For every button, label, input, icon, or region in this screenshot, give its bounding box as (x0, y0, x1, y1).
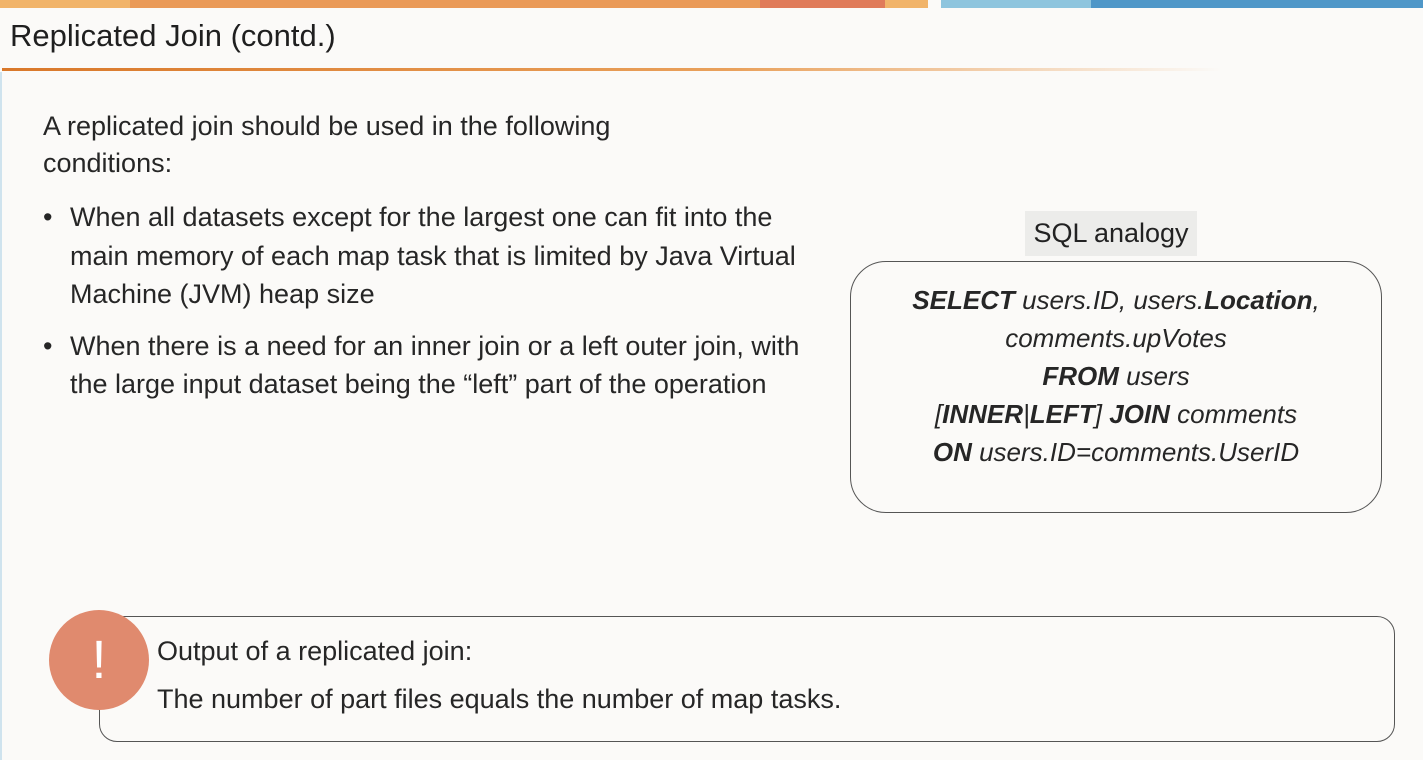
sql-line-select: SELECT users.ID, users.Location, (912, 285, 1320, 315)
bullet-icon: • (43, 330, 53, 361)
sql-line-on: ON users.ID=comments.UserID (932, 437, 1300, 467)
callout-text: The number of part files equals the numb… (157, 684, 842, 714)
sql-analogy-label: SQL analogy (1025, 211, 1197, 256)
sql-line-join: [INNER|LEFT] JOIN comments (934, 399, 1298, 429)
bullet-icon: • (43, 202, 53, 232)
intro-text: A replicated join should be used in the … (43, 111, 611, 178)
callout-title: Output of a replicated join: (157, 636, 473, 666)
sql-line-from: FROM users (1042, 361, 1190, 391)
bullet-text: When all datasets except for the largest… (70, 202, 796, 309)
list-item: • When there is a need for an inner join… (43, 327, 803, 404)
condition-list: • When all datasets except for the large… (43, 198, 803, 417)
top-color-bar (0, 0, 1423, 8)
exclamation-icon: ! (49, 610, 149, 710)
sql-query: SELECT users.ID, users.Location, comment… (850, 281, 1382, 471)
list-item: • When all datasets except for the large… (43, 198, 803, 314)
sql-line-columns: comments.upVotes (1005, 323, 1227, 353)
left-edge-line (0, 72, 2, 760)
title-underline (2, 68, 1222, 71)
slide-title: Replicated Join (contd.) (10, 18, 336, 53)
output-callout-box (99, 616, 1395, 742)
bullet-text: When there is a need for an inner join o… (70, 330, 800, 400)
